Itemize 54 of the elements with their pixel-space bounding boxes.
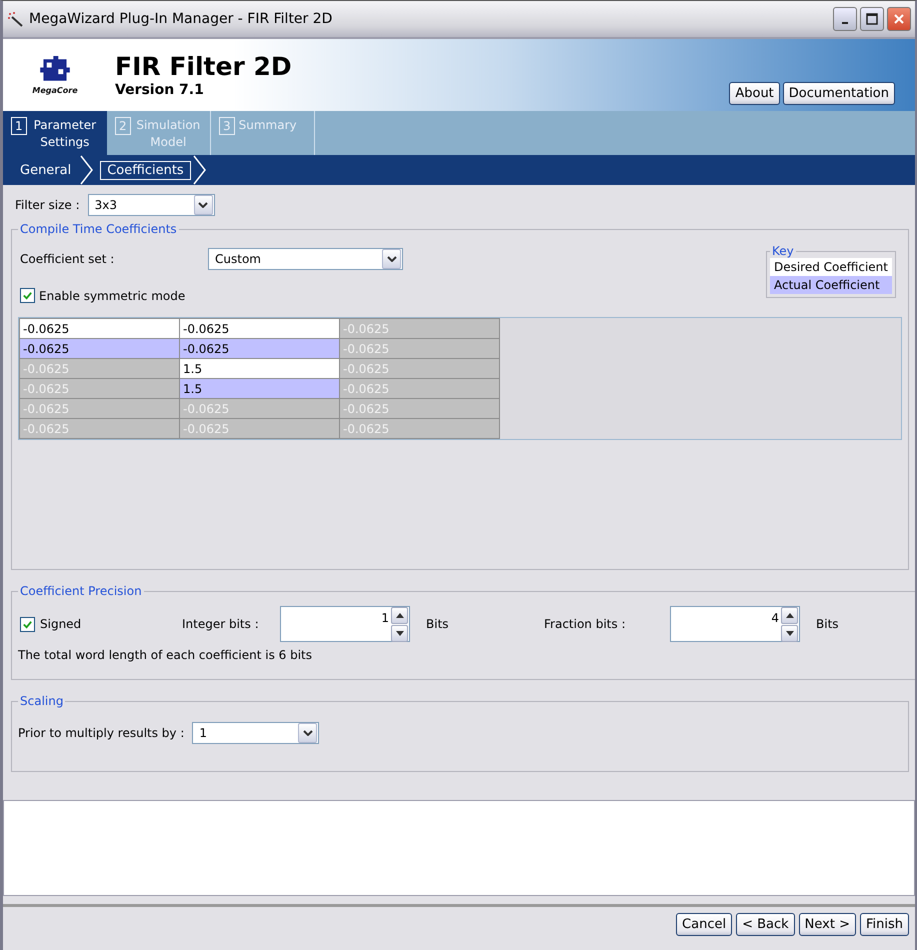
- field-label: Filter size :: [15, 198, 80, 212]
- checkbox[interactable]: [20, 616, 35, 632]
- field-label: Fraction bits :: [544, 617, 626, 631]
- group-title: Scaling: [19, 694, 64, 708]
- maximize-button[interactable]: [860, 7, 884, 31]
- step-tab[interactable]: 1 Parameter Settings: [3, 111, 107, 155]
- window-title: MegaWizard Plug-In Manager - FIR Filter 2D: [29, 11, 334, 27]
- checkmark-icon: [22, 290, 33, 301]
- checkbox-label: Signed: [40, 617, 82, 631]
- table-cell[interactable]: -0.0625: [20, 318, 180, 338]
- minimize-button[interactable]: [833, 7, 857, 31]
- wizard-button[interactable]: Next >: [798, 913, 856, 936]
- spin-field[interactable]: 4: [670, 606, 800, 642]
- wizard-button[interactable]: Finish: [860, 913, 909, 936]
- field-label: Integer bits :: [182, 617, 260, 631]
- breadcrumb-tab[interactable]: Coefficients: [100, 160, 191, 180]
- field-label: Prior to multiply results by :: [18, 726, 184, 740]
- minimize-icon: [842, 22, 848, 24]
- group-title: Key: [770, 244, 795, 258]
- product-title: FIR Filter 2D: [115, 52, 292, 82]
- checkmark-icon: [22, 618, 33, 630]
- wizard-button[interactable]: < Back: [736, 913, 795, 936]
- close-button[interactable]: [887, 7, 911, 31]
- table-cell[interactable]: 1.5: [180, 358, 340, 378]
- table-cell[interactable]: -0.0625: [180, 318, 340, 338]
- legend-item: Desired Coefficient: [770, 258, 892, 276]
- puzzle-chip-icon: [38, 56, 72, 84]
- version-label: Version 7.1: [115, 82, 205, 98]
- group-title: Compile Time Coefficients: [19, 222, 178, 236]
- legend-item: Actual Coefficient: [770, 276, 892, 294]
- header-button[interactable]: Documentation: [782, 82, 895, 105]
- chevron-icon: [80, 155, 94, 185]
- logo-caption: MegaCore: [32, 86, 78, 94]
- group-title: Coefficient Precision: [19, 584, 143, 598]
- table-cell[interactable]: 1.5: [180, 378, 340, 398]
- unit-label: Bits: [425, 617, 450, 631]
- header-button[interactable]: About: [729, 82, 780, 105]
- checkbox-label: Enable symmetric mode: [39, 288, 186, 302]
- info-text: The total word length of each coefficient is 6 bits: [18, 648, 314, 662]
- field-label: Coefficient set :: [20, 252, 116, 266]
- chevron-icon: [192, 155, 207, 185]
- wand-icon: [7, 11, 23, 27]
- close-icon: [893, 13, 905, 25]
- dropdown[interactable]: 3x3: [88, 194, 215, 216]
- maximize-icon: [866, 13, 878, 25]
- table-cell[interactable]: -0.0625: [20, 338, 180, 358]
- breadcrumb-tab[interactable]: General: [13, 160, 78, 180]
- dropdown[interactable]: 1: [192, 722, 320, 744]
- table-cell[interactable]: -0.0625: [180, 338, 340, 358]
- dropdown[interactable]: Custom: [208, 248, 403, 270]
- unit-label: Bits: [815, 617, 840, 631]
- checkbox[interactable]: [20, 288, 35, 303]
- spin-field[interactable]: 1: [280, 606, 410, 642]
- wizard-button[interactable]: Cancel: [676, 913, 732, 936]
